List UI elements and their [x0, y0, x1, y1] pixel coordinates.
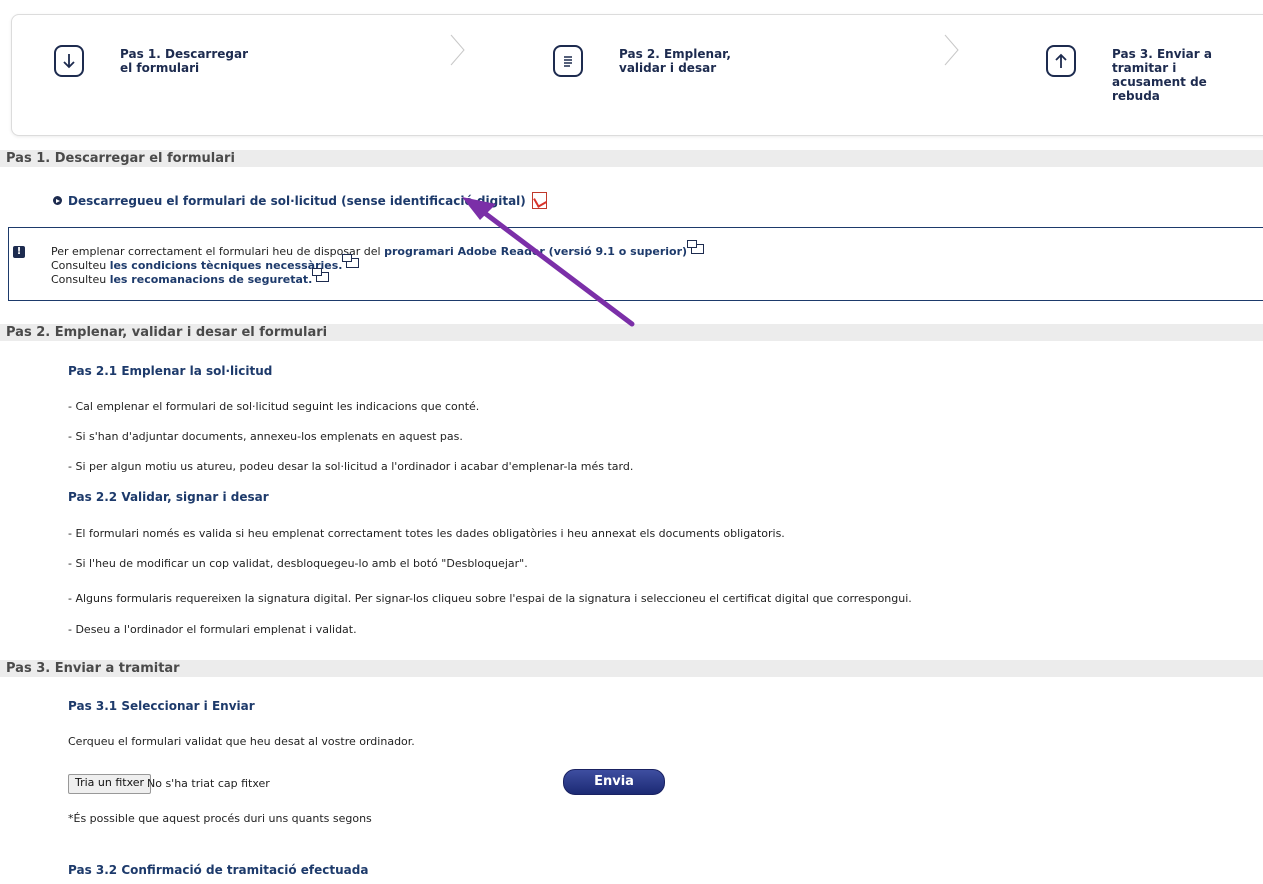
section-1-header: Pas 1. Descarregar el formulari: [0, 150, 1263, 167]
instruction-text: - Deseu a l'ordinador el formulari emple…: [68, 623, 357, 636]
section-3-header: Pas 3. Enviar a tramitar: [0, 660, 1263, 677]
warning-icon: !: [13, 246, 25, 258]
subsection-2-1-title: Pas 2.1 Emplenar la sol·licitud: [68, 364, 273, 378]
search-instruction-text: Cerqueu el formulari validat que heu des…: [68, 735, 415, 748]
step-1: Pas 1. Descarregar el formulari: [54, 45, 260, 77]
step-2-label: Pas 2. Emplenar, validar i desar: [619, 47, 731, 75]
subsection-2-2-title: Pas 2.2 Validar, signar i desar: [68, 490, 269, 504]
notice-box: ! Per emplenar correctament el formulari…: [8, 227, 1263, 301]
document-icon: [553, 45, 583, 77]
step-1-label: Pas 1. Descarregar el formulari: [120, 47, 249, 75]
notice-text: Per emplenar correctament el formulari h…: [51, 240, 705, 286]
external-window-icon[interactable]: [687, 240, 705, 254]
download-form-link[interactable]: Descarregueu el formulari de sol·licitud…: [53, 192, 547, 209]
upload-icon: [1046, 45, 1076, 77]
step-3: Pas 3. Enviar a tramitar i acusament de …: [1046, 45, 1252, 103]
steps-panel: Pas 1. Descarregar el formulari Pas 2. E…: [11, 14, 1263, 136]
adobe-reader-link[interactable]: programari Adobe Reader (versió 9.1 o su…: [384, 245, 687, 258]
processing-note: *És possible que aquest procés duri uns …: [68, 812, 372, 825]
section-2-header: Pas 2. Emplenar, validar i desar el form…: [0, 324, 1263, 341]
file-status-text: No s'ha triat cap fitxer: [147, 777, 270, 790]
subsection-3-2-title: Pas 3.2 Confirmació de tramitació efectu…: [68, 863, 369, 877]
notice-line-3-text: Consulteu: [51, 273, 110, 286]
bullet-arrow-icon: [53, 196, 62, 205]
send-button[interactable]: Envia: [563, 769, 665, 795]
instruction-text: - Alguns formularis requereixen la signa…: [68, 592, 912, 605]
external-window-icon[interactable]: [312, 268, 330, 282]
choose-file-button[interactable]: Tria un fitxer: [68, 774, 152, 794]
instruction-text: - El formulari només es valida si heu em…: [68, 527, 785, 540]
technical-conditions-link[interactable]: les condicions tècniques necessàries.: [110, 259, 343, 272]
notice-line-1-text: Per emplenar correctament el formulari h…: [51, 245, 385, 258]
instruction-text: - Si per algun motiu us atureu, podeu de…: [68, 460, 634, 473]
security-recommendations-link[interactable]: les recomanacions de seguretat.: [110, 273, 313, 286]
download-icon: [54, 45, 84, 77]
chevron-right-icon: [944, 34, 959, 66]
step-3-label: Pas 3. Enviar a tramitar i acusament de …: [1112, 47, 1212, 103]
instruction-text: - Si l'heu de modificar un cop validat, …: [68, 557, 528, 570]
notice-line-2-text: Consulteu: [51, 259, 110, 272]
pdf-icon[interactable]: [531, 192, 547, 209]
chevron-right-icon: [450, 34, 465, 66]
subsection-3-1-title: Pas 3.1 Seleccionar i Enviar: [68, 699, 255, 713]
download-form-link-text[interactable]: Descarregueu el formulari de sol·licitud…: [68, 194, 526, 208]
step-2: Pas 2. Emplenar, validar i desar: [553, 45, 759, 77]
external-window-icon[interactable]: [342, 254, 360, 268]
instruction-text: - Si s'han d'adjuntar documents, annexeu…: [68, 430, 463, 443]
instruction-text: - Cal emplenar el formulari de sol·licit…: [68, 400, 480, 413]
